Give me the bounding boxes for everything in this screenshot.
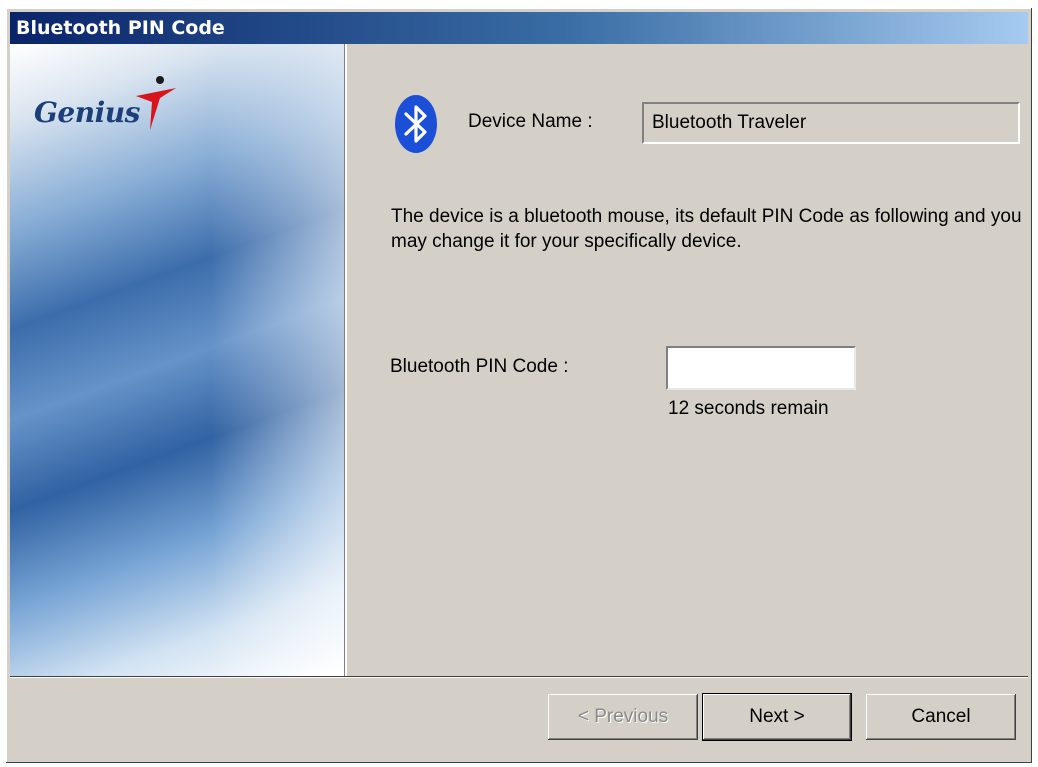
description-text: The device is a bluetooth mouse, its def… bbox=[391, 206, 1022, 252]
logo-text: Genius bbox=[34, 96, 140, 129]
countdown-text: 12 seconds remain bbox=[668, 398, 829, 419]
device-name-field: Bluetooth Traveler bbox=[642, 102, 1020, 144]
genius-logo: Genius bbox=[34, 74, 184, 144]
side-banner: Genius bbox=[10, 44, 344, 676]
dialog-window: Bluetooth PIN Code Genius Device Name : … bbox=[6, 8, 1032, 763]
cancel-button[interactable]: Cancel bbox=[866, 694, 1016, 740]
button-separator bbox=[10, 676, 1028, 678]
next-button[interactable]: Next > bbox=[703, 694, 851, 740]
panel-divider bbox=[344, 44, 347, 676]
title-bar[interactable]: Bluetooth PIN Code bbox=[10, 12, 1028, 44]
window-title: Bluetooth PIN Code bbox=[16, 17, 225, 39]
previous-button[interactable]: < Previous bbox=[548, 694, 698, 740]
pin-code-input[interactable] bbox=[666, 346, 856, 390]
bluetooth-icon bbox=[395, 95, 437, 153]
device-name-label: Device Name : bbox=[468, 111, 593, 132]
genius-logo-icon bbox=[136, 76, 176, 130]
pin-code-label: Bluetooth PIN Code : bbox=[390, 356, 569, 377]
